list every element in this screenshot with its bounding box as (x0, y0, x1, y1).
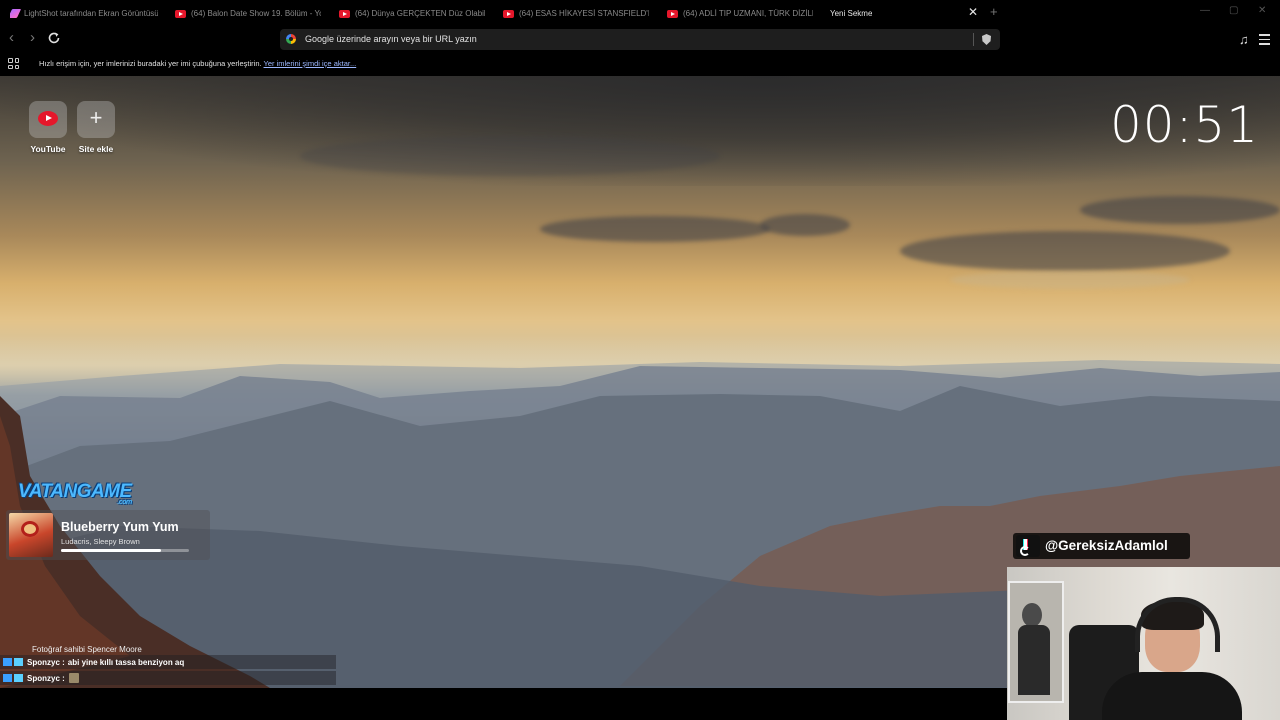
chat-message: Sponzyc : abi yine kıllı tassa benziyon … (0, 655, 336, 669)
song-title: Blueberry Yum Yum (61, 520, 179, 534)
tab-label: LightShot tarafından Ekran Görüntüsü (24, 9, 158, 18)
tab-youtube-esas[interactable]: (64) ESAS HİKAYESİ STANSFIELD'DIR (503, 0, 649, 27)
tab-label: (64) ESAS HİKAYESİ STANSFIELD'DIR (519, 9, 649, 18)
lightshot-icon (10, 9, 22, 18)
close-tab-icon[interactable]: ✕ (967, 5, 979, 19)
toolbar: ‹ › Google üzerinde arayın veya bir URL … (0, 27, 1280, 52)
maximize-icon[interactable]: ▢ (1229, 5, 1238, 16)
address-placeholder: Google üzerinde arayın veya bir URL yazı… (305, 34, 477, 44)
vatangame-logo: VATANGAME .com (18, 481, 132, 506)
photo-credit: Fotoğraf sahibi Spencer Moore (32, 645, 142, 654)
song-artist: Ludacris, Sleepy Brown (61, 537, 140, 546)
bookmarks-bar: Hızlı erişim için, yer imlerinizi burada… (0, 52, 1280, 76)
song-progress-fill (61, 549, 161, 552)
brand-text: VATANGAME (18, 481, 132, 502)
youtube-icon (503, 9, 514, 18)
youtube-icon (175, 9, 186, 18)
chat-badge-icon (3, 674, 12, 682)
tab-new-tab[interactable]: Yeni Sekme (830, 0, 950, 27)
minimize-icon[interactable]: — (1200, 5, 1210, 16)
forward-icon[interactable]: › (30, 29, 35, 46)
tab-lightshot[interactable]: LightShot tarafından Ekran Görüntüsü (10, 0, 158, 27)
album-art (9, 513, 53, 557)
bottom-bar (0, 688, 1007, 720)
youtube-icon (339, 9, 350, 18)
reload-icon[interactable] (47, 31, 61, 45)
tab-label: Yeni Sekme (830, 9, 873, 18)
tab-label: (64) ADLİ TIP UZMANI, TÜRK DİZİLER (683, 9, 813, 18)
tab-strip: LightShot tarafından Ekran Görüntüsü (64… (0, 0, 1280, 27)
webcam-feed (1007, 567, 1280, 720)
divider (973, 33, 974, 46)
tiktok-handle-badge: @GereksizAdamlol (1013, 533, 1190, 559)
new-tab-plus-icon[interactable]: + (990, 4, 998, 19)
add-site-tile[interactable]: + (77, 101, 115, 138)
chat-username: Sponzyc : (27, 673, 65, 683)
apps-grid-icon[interactable] (8, 58, 19, 69)
address-bar[interactable]: Google üzerinde arayın veya bir URL yazı… (280, 29, 1000, 50)
wall-portrait (1008, 581, 1064, 703)
chat-message: Sponzyc : (0, 671, 336, 685)
chat-badge-icon (14, 674, 23, 682)
tiktok-handle: @GereksizAdamlol (1045, 538, 1168, 553)
bookmarks-prompt-text: Hızlı erişim için, yer imlerinizi burada… (39, 59, 262, 68)
back-icon[interactable]: ‹ (9, 29, 14, 46)
clock: 00:51 (1110, 96, 1260, 154)
chat-text: abi yine kıllı tassa benziyon aq (67, 657, 185, 667)
tab-youtube-adli[interactable]: (64) ADLİ TIP UZMANI, TÜRK DİZİLER (667, 0, 813, 27)
streamer-torso (1102, 672, 1242, 720)
bookmarks-prompt: Hızlı erişim için, yer imlerinizi burada… (39, 59, 356, 68)
tab-youtube-dunya[interactable]: (64) Dünya GERÇEKTEN Düz Olabilir (339, 0, 485, 27)
menu-icon[interactable] (1259, 34, 1270, 48)
chat-badge-icon (14, 658, 23, 666)
song-progress-bar (61, 549, 189, 552)
youtube-icon (667, 9, 678, 18)
emote-icon (68, 673, 79, 683)
close-window-icon[interactable]: ✕ (1258, 5, 1266, 16)
now-playing-widget: Blueberry Yum Yum Ludacris, Sleepy Brown (6, 510, 210, 560)
tab-label: (64) Balon Date Show 19. Bölüm - YouTube (191, 9, 321, 18)
google-icon (286, 34, 296, 44)
tiktok-icon (1016, 535, 1040, 557)
plus-icon: + (89, 105, 103, 130)
shortcut-label: Site ekle (78, 144, 114, 154)
chat-username: Sponzyc : (27, 657, 65, 667)
shortcut-youtube-tile[interactable] (29, 101, 67, 138)
chat-badge-icon (3, 658, 12, 666)
shield-icon[interactable] (982, 34, 991, 45)
import-bookmarks-link[interactable]: Yer imlerini şimdi içe aktar... (264, 59, 357, 68)
tab-youtube-balon[interactable]: (64) Balon Date Show 19. Bölüm - YouTube (175, 0, 321, 27)
youtube-icon (38, 111, 58, 126)
music-note-icon[interactable]: ♫ (1239, 32, 1249, 47)
tab-label: (64) Dünya GERÇEKTEN Düz Olabilir (355, 9, 485, 18)
